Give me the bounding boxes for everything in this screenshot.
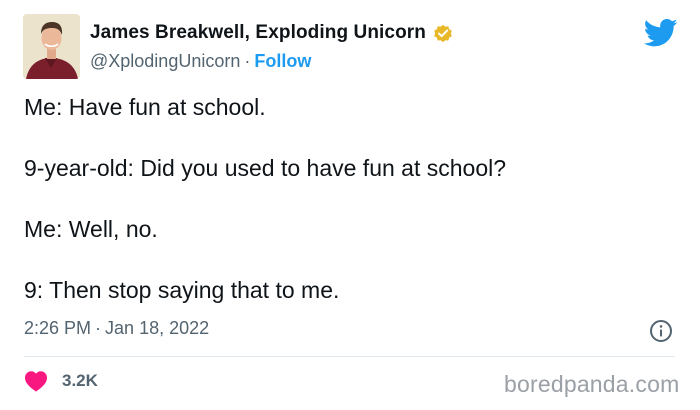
author-handle[interactable]: @XplodingUnicorn — [90, 51, 240, 71]
divider — [24, 356, 675, 357]
tweet-time: 2:26 PM — [24, 318, 92, 338]
heart-icon — [24, 370, 48, 392]
tweet-body: Me: Have fun at school. 9-year-old: Did … — [24, 92, 674, 336]
like-count: 3.2K — [62, 371, 98, 390]
like-button[interactable]: 3.2K — [24, 370, 98, 392]
tweet-line: 9-year-old: Did you used to have fun at … — [24, 155, 507, 181]
author-name-row: James Breakwell, Exploding Unicorn — [90, 22, 454, 44]
twitter-bird-icon[interactable] — [644, 18, 678, 48]
author-display-name[interactable]: James Breakwell, Exploding Unicorn — [90, 22, 426, 44]
author-handle-row: @XplodingUnicorn · Follow — [90, 51, 311, 72]
tweet-line: Me: Well, no. — [24, 216, 158, 242]
tweet-line: Me: Have fun at school. — [24, 94, 266, 120]
info-icon[interactable] — [649, 319, 673, 343]
tweet-date: Jan 18, 2022 — [105, 318, 210, 338]
verified-badge-icon — [432, 22, 454, 44]
follow-button[interactable]: Follow — [254, 51, 311, 71]
avatar-photo — [23, 14, 80, 79]
timestamp-separator: · — [95, 318, 102, 338]
avatar[interactable] — [23, 14, 80, 79]
tweet-timestamp[interactable]: 2:26 PM · Jan 18, 2022 — [24, 318, 209, 339]
watermark: boredpanda.com — [504, 371, 680, 397]
tweet-line: 9: Then stop saying that to me. — [24, 277, 340, 303]
handle-separator: · — [244, 51, 251, 71]
tweet-card: James Breakwell, Exploding Unicorn @Xplo… — [0, 0, 700, 410]
